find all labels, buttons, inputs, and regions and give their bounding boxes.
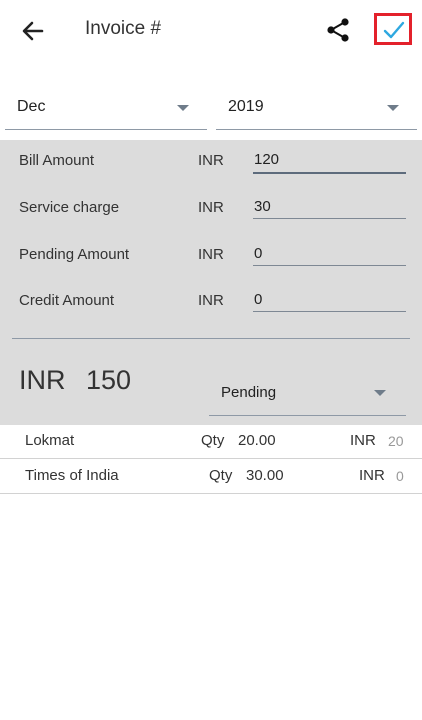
credit-amount-input[interactable]: 0	[253, 280, 406, 312]
service-charge-input[interactable]: 30	[253, 187, 406, 219]
currency-label: INR	[359, 467, 385, 484]
pending-amount-label: Pending Amount	[19, 246, 130, 263]
back-arrow-icon[interactable]	[18, 16, 48, 46]
item-name: Times of India	[25, 467, 119, 484]
credit-amount-row: Credit Amount INR 0	[0, 280, 422, 320]
dropdown-arrow-icon	[374, 390, 386, 396]
bill-amount-input[interactable]: 120	[253, 140, 406, 174]
total-amount: 150	[86, 365, 132, 395]
currency-label: INR	[198, 246, 224, 263]
service-charge-row: Service charge INR 30	[0, 187, 422, 227]
list-item[interactable]: Lokmat Qty 20.00 INR 20	[0, 425, 422, 459]
bill-summary-panel: Bill Amount INR 120 Service charge INR 3…	[0, 140, 422, 425]
qty-label: Qty	[201, 432, 225, 449]
bill-amount-label: Bill Amount	[19, 152, 95, 169]
item-amount: 20	[388, 433, 404, 449]
year-value: 2019	[228, 98, 264, 115]
share-icon[interactable]	[324, 16, 352, 44]
item-qty: 30.00	[246, 467, 284, 484]
month-select[interactable]: Dec	[5, 90, 207, 130]
pending-amount-row: Pending Amount INR 0	[0, 234, 422, 274]
qty-label: Qty	[209, 467, 233, 484]
status-value: Pending	[221, 384, 277, 401]
check-icon	[383, 21, 405, 39]
status-select[interactable]: Pending	[209, 372, 406, 416]
total-currency: INR	[19, 365, 66, 395]
currency-label: INR	[198, 152, 224, 169]
item-amount: 0	[396, 468, 404, 484]
bill-amount-row: Bill Amount INR 120	[0, 140, 422, 180]
credit-amount-label: Credit Amount	[19, 292, 115, 309]
item-name: Lokmat	[25, 432, 75, 449]
dropdown-arrow-icon	[177, 105, 189, 111]
month-value: Dec	[17, 98, 46, 115]
app-bar: Invoice #	[0, 0, 422, 62]
save-check-button[interactable]	[374, 13, 412, 45]
dropdown-arrow-icon	[387, 105, 399, 111]
currency-label: INR	[198, 292, 224, 309]
page-title: Invoice #	[85, 18, 162, 39]
item-qty: 20.00	[238, 432, 276, 449]
currency-label: INR	[198, 199, 224, 216]
divider	[12, 338, 410, 339]
year-select[interactable]: 2019	[216, 90, 417, 130]
pending-amount-input[interactable]: 0	[253, 234, 406, 266]
currency-label: INR	[350, 432, 376, 449]
service-charge-label: Service charge	[19, 199, 120, 216]
list-item[interactable]: Times of India Qty 30.00 INR 0	[0, 460, 422, 494]
